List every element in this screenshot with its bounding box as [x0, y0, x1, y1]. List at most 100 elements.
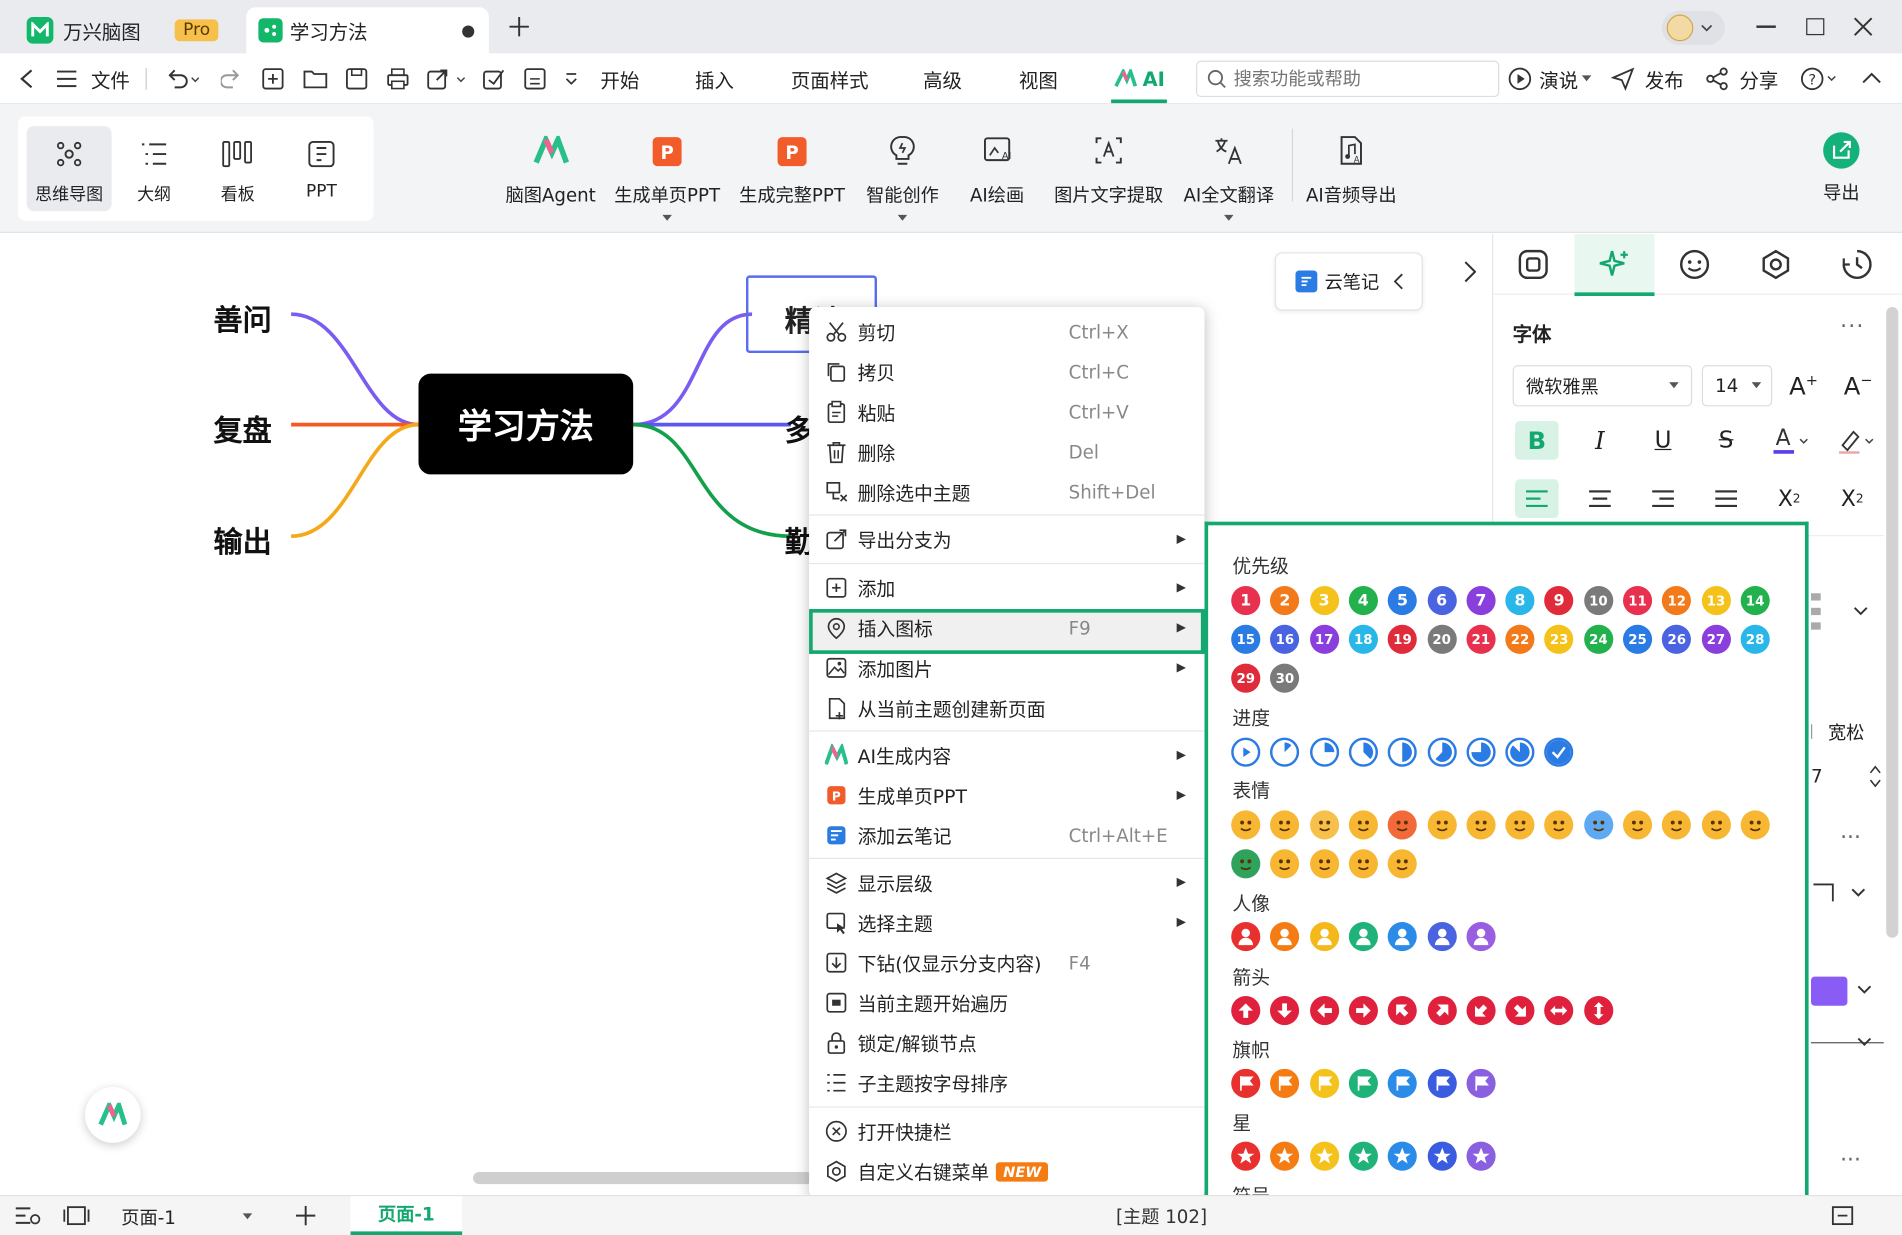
highlight-icon[interactable]: [1835, 421, 1884, 460]
priority-25-icon[interactable]: 25: [1622, 624, 1653, 654]
priority-27-icon[interactable]: 27: [1701, 624, 1731, 654]
user-avatar-button[interactable]: [1661, 10, 1725, 45]
flag-6-icon[interactable]: [1427, 1068, 1457, 1098]
agent-button[interactable]: 脑图Agent: [503, 126, 598, 207]
line-style-select[interactable]: [1811, 877, 1879, 906]
priority-11-icon[interactable]: 11: [1622, 585, 1653, 616]
context-item-4[interactable]: 删除 Del: [809, 432, 1204, 472]
context-item-8[interactable]: 插入图标 F9 ▶: [809, 608, 1204, 648]
topic-fupan[interactable]: 复盘: [213, 406, 271, 448]
emoji-18-icon[interactable]: [1348, 849, 1378, 879]
file-menu[interactable]: 文件: [91, 53, 130, 104]
progress-5-icon[interactable]: [1427, 737, 1457, 767]
arrow-8-icon[interactable]: [1505, 996, 1535, 1026]
more-chevron-icon[interactable]: [564, 72, 579, 87]
share-link-icon[interactable]: [483, 68, 505, 90]
new-tab-plus-icon[interactable]: [507, 15, 531, 39]
star-2-icon[interactable]: [1270, 1141, 1300, 1171]
color-swatch[interactable]: [1811, 976, 1848, 1006]
context-item-15[interactable]: 选择主题 ▶: [809, 903, 1204, 943]
spacing-stepper[interactable]: 7: [1811, 758, 1884, 794]
outline-toggle-icon[interactable]: [15, 1205, 42, 1227]
decrease-font-icon[interactable]: A−: [1844, 371, 1873, 400]
arrow-1-icon[interactable]: [1231, 996, 1261, 1026]
arrow-2-icon[interactable]: [1270, 996, 1300, 1026]
help-icon[interactable]: ?: [1800, 67, 1839, 91]
emoji-7-icon[interactable]: [1466, 810, 1496, 840]
context-item-13[interactable]: 添加云笔记 Ctrl+Alt+E: [809, 815, 1204, 855]
smart-create-button[interactable]: 智能创作: [859, 126, 946, 222]
priority-21-icon[interactable]: 21: [1466, 624, 1496, 654]
print-icon[interactable]: [386, 68, 410, 90]
progress-7-icon[interactable]: [1505, 737, 1535, 767]
share-button[interactable]: 分享: [1705, 53, 1778, 104]
priority-1-icon[interactable]: 1: [1231, 585, 1261, 616]
emoji-8-icon[interactable]: [1505, 810, 1535, 840]
export-file-icon[interactable]: [427, 68, 466, 90]
priority-29-icon[interactable]: 29: [1231, 663, 1261, 693]
priority-10-icon[interactable]: 10: [1583, 585, 1613, 616]
emoji-tab-icon[interactable]: [1679, 249, 1711, 281]
menu-ai[interactable]: AI: [1114, 53, 1165, 104]
redo-icon[interactable]: [220, 68, 243, 90]
font-color-icon[interactable]: A: [1767, 421, 1820, 460]
align-center-icon[interactable]: [1578, 479, 1622, 518]
add-topic-icon[interactable]: [262, 68, 284, 90]
more-dots-icon[interactable]: ···: [1840, 314, 1864, 339]
priority-3-icon[interactable]: 3: [1309, 585, 1339, 616]
flag-5-icon[interactable]: [1387, 1068, 1418, 1098]
progress-1-icon[interactable]: [1270, 737, 1300, 767]
collapse-ribbon-icon[interactable]: [1862, 72, 1881, 84]
publish-button[interactable]: 发布: [1610, 53, 1684, 104]
align-left-icon[interactable]: [1515, 479, 1559, 519]
menu-start[interactable]: 开始: [600, 53, 639, 104]
font-family-select[interactable]: 微软雅黑: [1512, 365, 1693, 407]
increase-font-icon[interactable]: A+: [1789, 371, 1818, 400]
context-item-9[interactable]: 添加图片 ▶: [809, 648, 1204, 688]
emoji-12-icon[interactable]: [1662, 810, 1692, 840]
progress-6-icon[interactable]: [1466, 737, 1496, 767]
arrow-3-icon[interactable]: [1309, 996, 1339, 1026]
priority-19-icon[interactable]: 19: [1387, 624, 1418, 654]
star-6-icon[interactable]: [1427, 1141, 1457, 1171]
maximize-icon[interactable]: [1806, 18, 1825, 36]
context-item-2[interactable]: 拷贝 Ctrl+C: [809, 352, 1204, 392]
page-select[interactable]: 页面-1: [112, 1200, 262, 1234]
save-icon[interactable]: [346, 68, 368, 90]
star-3-icon[interactable]: [1309, 1141, 1339, 1171]
priority-17-icon[interactable]: 17: [1309, 624, 1339, 654]
more-dots-icon[interactable]: ···: [1840, 1148, 1861, 1173]
view-ppt-button[interactable]: PPT: [279, 136, 364, 201]
justify-icon[interactable]: [1704, 479, 1748, 518]
chevron-down-icon[interactable]: [1857, 984, 1872, 996]
emoji-6-icon[interactable]: [1427, 810, 1457, 840]
fullscreen-icon[interactable]: [1831, 1206, 1854, 1226]
context-item-1[interactable]: 剪切 Ctrl+X: [809, 312, 1204, 352]
full-ppt-button[interactable]: P 生成完整PPT: [738, 126, 847, 207]
context-item-21[interactable]: 自定义右键菜单 NEW: [809, 1151, 1204, 1191]
context-item-14[interactable]: 显示层级 ▶: [809, 863, 1204, 903]
star-5-icon[interactable]: [1387, 1141, 1418, 1171]
person-4-icon[interactable]: [1348, 922, 1378, 952]
emoji-14-icon[interactable]: [1740, 810, 1770, 840]
arrow-6-icon[interactable]: [1427, 996, 1457, 1026]
emoji-5-icon[interactable]: [1387, 810, 1418, 840]
progress-4-icon[interactable]: [1387, 737, 1418, 767]
flag-7-icon[interactable]: [1466, 1068, 1496, 1098]
central-topic[interactable]: 学习方法: [418, 373, 634, 475]
menu-insert[interactable]: 插入: [695, 53, 734, 104]
open-folder-icon[interactable]: [303, 68, 328, 90]
progress-0-icon[interactable]: [1231, 737, 1261, 767]
person-2-icon[interactable]: [1270, 922, 1300, 952]
arrow-9-icon[interactable]: [1544, 996, 1574, 1026]
priority-30-icon[interactable]: 30: [1270, 663, 1300, 693]
layout-select[interactable]: [1811, 586, 1881, 639]
flag-2-icon[interactable]: [1270, 1068, 1300, 1098]
superscript-icon[interactable]: X2: [1767, 479, 1811, 518]
align-right-icon[interactable]: [1641, 479, 1685, 518]
context-item-7[interactable]: 添加 ▶: [809, 568, 1204, 608]
close-icon[interactable]: [1853, 17, 1873, 36]
back-icon[interactable]: [19, 69, 34, 89]
priority-8-icon[interactable]: 8: [1505, 585, 1535, 616]
priority-16-icon[interactable]: 16: [1270, 624, 1300, 654]
